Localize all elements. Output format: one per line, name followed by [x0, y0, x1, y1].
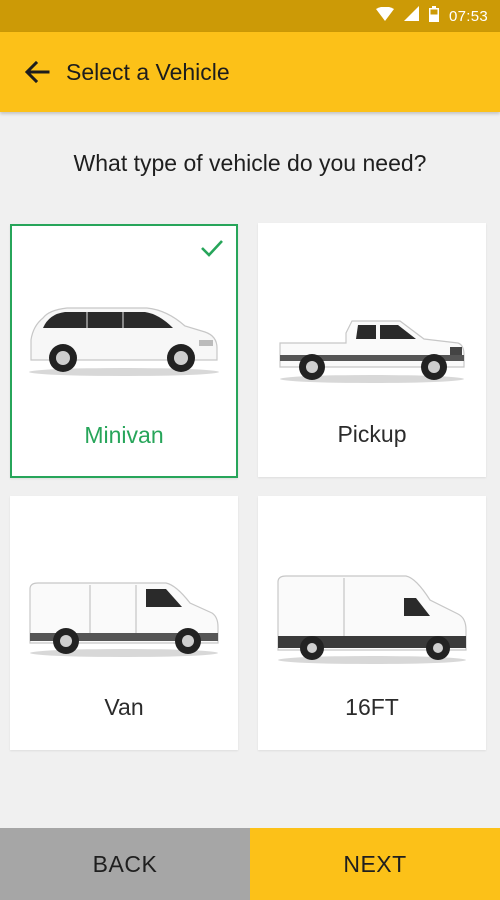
vehicle-label: Pickup — [337, 421, 407, 447]
vehicle-card-minivan[interactable]: Minivan — [10, 224, 238, 478]
pickup-truck-image — [258, 315, 486, 383]
status-time: 07:53 — [448, 7, 488, 25]
signal-icon — [403, 6, 419, 26]
status-icons: 07:53 — [375, 0, 488, 32]
vehicle-label: Van — [104, 694, 144, 720]
app-bar: Select a Vehicle — [0, 32, 500, 112]
vehicle-card-van[interactable]: Van — [10, 496, 238, 750]
bottom-action-bar: BACK NEXT — [0, 828, 500, 900]
battery-icon — [428, 5, 439, 27]
question-heading: What type of vehicle do you need? — [73, 150, 427, 176]
next-button[interactable]: NEXT — [250, 828, 500, 900]
cargo-van-image — [10, 581, 238, 657]
vehicle-label: Minivan — [84, 422, 164, 448]
vehicle-card-16ft[interactable]: 16FT — [258, 496, 486, 750]
vehicle-label: 16FT — [345, 694, 399, 720]
box-truck-image — [258, 574, 486, 664]
back-arrow-icon[interactable] — [8, 32, 66, 112]
vehicle-card-pickup[interactable]: Pickup — [258, 223, 486, 477]
checkmark-icon — [200, 238, 224, 263]
back-button[interactable]: BACK — [0, 828, 250, 900]
wifi-icon — [375, 6, 394, 26]
page-title: Select a Vehicle — [66, 58, 230, 85]
status-bar: 07:53 — [0, 0, 500, 32]
minivan-image — [12, 304, 236, 376]
vehicle-grid: Minivan Pickup Van 16FT — [0, 223, 500, 753]
